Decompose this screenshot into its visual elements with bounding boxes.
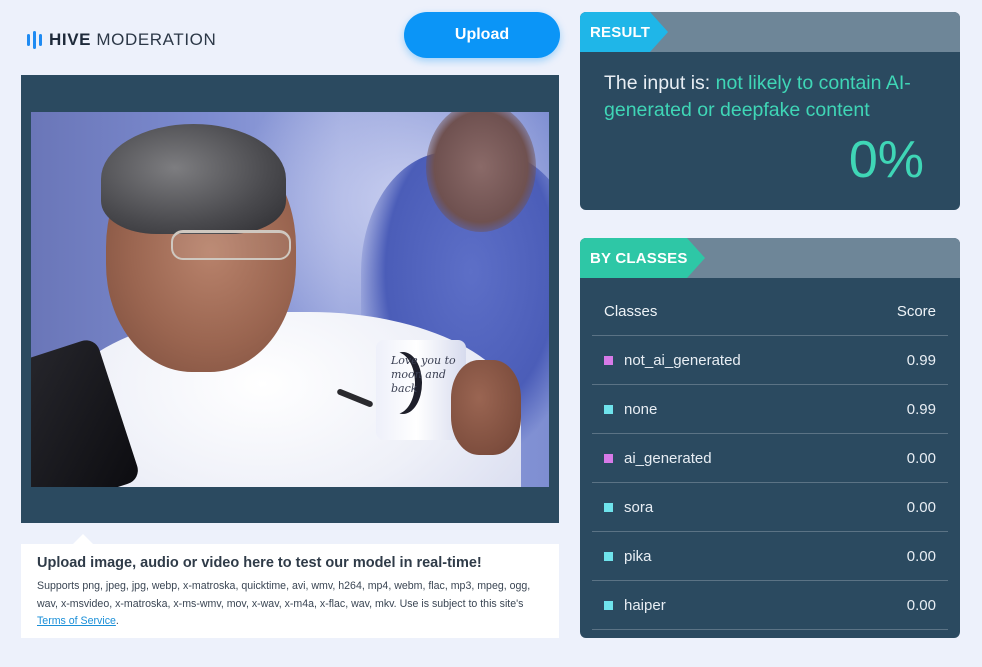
table-row: none 0.99 <box>592 385 948 434</box>
supported-formats-desc: Supports png, jpeg, jpg, webp, x-matrosk… <box>37 580 531 610</box>
table-row: haiper 0.00 <box>592 581 948 630</box>
class-score: 0.99 <box>906 400 936 418</box>
class-color-swatch <box>604 355 613 365</box>
result-panel: RESULT The input is: not likely to conta… <box>580 12 960 210</box>
class-color-swatch <box>604 404 613 414</box>
class-name: pika <box>624 547 652 565</box>
upload-info-card: Upload image, audio or video here to tes… <box>21 534 559 638</box>
class-name: not_ai_generated <box>624 351 741 369</box>
media-preview-panel: Love you to moon and back <box>21 75 559 523</box>
table-row: not_ai_generated 0.99 <box>592 336 948 385</box>
by-classes-tag: BY CLASSES <box>580 238 705 278</box>
class-name: ai_generated <box>624 449 712 467</box>
classes-table-body: not_ai_generated 0.99 none 0.99 ai_gener… <box>592 336 948 630</box>
result-tag: RESULT <box>580 12 668 52</box>
class-color-swatch <box>604 502 613 512</box>
class-score: 0.00 <box>906 547 936 565</box>
classes-header: BY CLASSES <box>580 238 960 278</box>
logo-brand-bold: HIVE <box>49 30 92 49</box>
classes-column-header: Classes <box>604 303 658 320</box>
supported-formats-text: Supports png, jpeg, jpg, webp, x-matrosk… <box>37 578 543 631</box>
table-row: ai_generated 0.00 <box>592 434 948 483</box>
result-percentage: 0% <box>848 131 924 189</box>
hive-logo-icon <box>27 30 42 50</box>
table-row: pika 0.00 <box>592 532 948 581</box>
uploaded-image: Love you to moon and back <box>31 112 549 487</box>
class-score: 0.00 <box>906 596 936 614</box>
class-name: none <box>624 400 658 418</box>
class-color-swatch <box>604 453 613 463</box>
terms-of-service-link[interactable]: Terms of Service <box>37 615 116 627</box>
class-score: 0.99 <box>906 351 936 369</box>
classes-table-header: Classes Score <box>592 288 948 336</box>
class-color-swatch <box>604 600 613 610</box>
upload-info-title: Upload image, audio or video here to tes… <box>37 555 482 571</box>
result-text: The input is: not likely to contain AI-g… <box>604 70 944 124</box>
class-name: sora <box>624 498 654 516</box>
class-score: 0.00 <box>906 449 936 467</box>
class-score: 0.00 <box>906 498 936 516</box>
result-prefix: The input is: <box>604 72 716 94</box>
hive-moderation-logo[interactable]: HIVE MODERATION <box>27 29 216 51</box>
mug-text: Love you to moon and back <box>391 354 456 395</box>
class-name: haiper <box>624 596 666 614</box>
result-header: RESULT <box>580 12 960 52</box>
supported-formats-end: . <box>115 615 119 627</box>
table-row: sora 0.00 <box>592 483 948 532</box>
logo-brand-light: MODERATION <box>96 30 217 49</box>
score-column-header: Score <box>896 303 936 320</box>
upload-button[interactable]: Upload <box>404 12 560 58</box>
class-color-swatch <box>604 551 613 561</box>
by-classes-panel: BY CLASSES Classes Score not_ai_generate… <box>580 238 960 638</box>
logo-wordmark: HIVE MODERATION <box>49 30 216 50</box>
